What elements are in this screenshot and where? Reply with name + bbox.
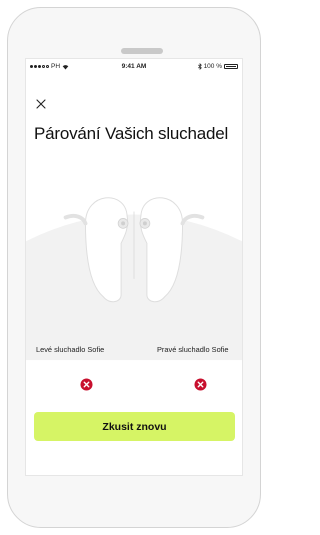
bluetooth-icon xyxy=(197,63,202,70)
error-icon xyxy=(194,378,207,391)
retry-button[interactable]: Zkusit znovu xyxy=(34,412,235,441)
status-right-group: 100 % xyxy=(197,63,238,70)
page-title: Párování Vašich sluchadel xyxy=(34,124,229,143)
error-icon xyxy=(80,378,93,391)
hearing-aids-illustration xyxy=(26,197,242,361)
phone-speaker xyxy=(121,48,163,54)
app-screen: PH 9:41 AM 100 % Párování Vašich sluchad… xyxy=(25,58,243,476)
close-icon[interactable] xyxy=(35,98,47,110)
status-bar: PH 9:41 AM 100 % xyxy=(26,59,242,73)
battery-icon xyxy=(224,64,238,69)
right-hearing-aid-label: Pravé sluchadlo Sofie xyxy=(157,345,229,354)
left-hearing-aid-label: Levé sluchadlo Sofie xyxy=(36,345,105,354)
battery-percentage: 100 % xyxy=(203,63,222,70)
